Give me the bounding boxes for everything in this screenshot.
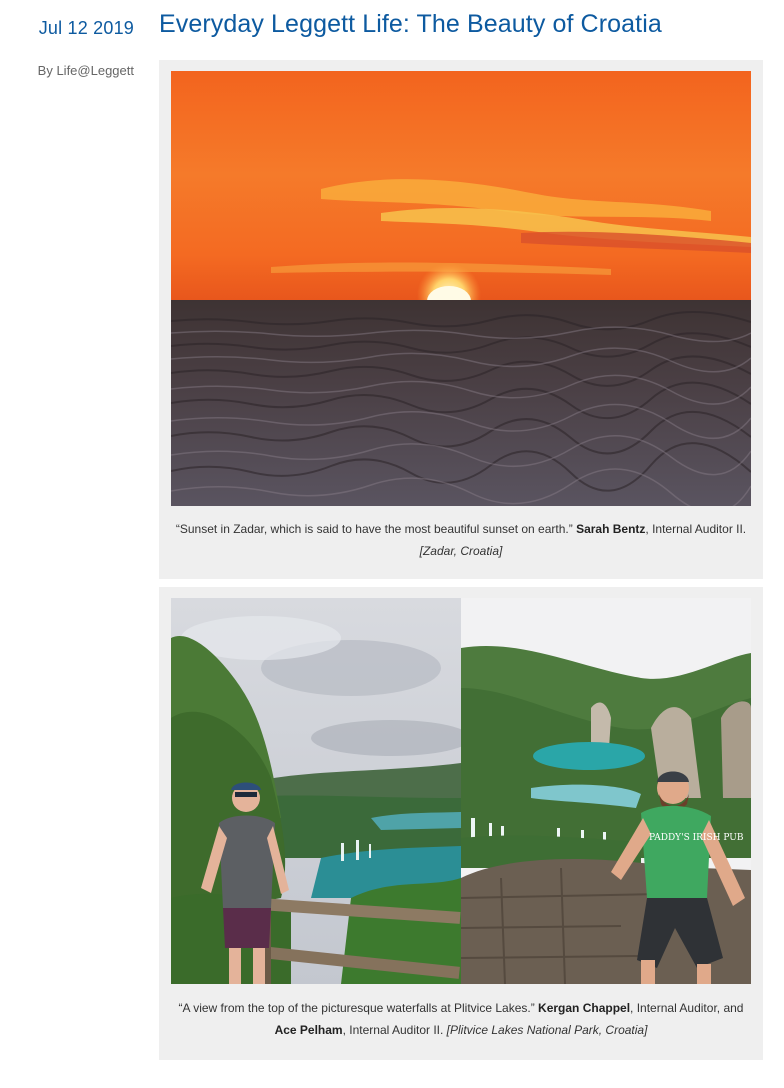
caption-quote: “A view from the top of the picturesque … xyxy=(178,1001,539,1015)
post-title[interactable]: Everyday Leggett Life: The Beauty of Cro… xyxy=(159,10,662,39)
caption-role-1: , Internal Auditor, and xyxy=(630,1001,744,1015)
plitvice-photo-right: PADDY'S IRISH PUB xyxy=(461,598,751,984)
figure-caption: “Sunset in Zadar, which is said to have … xyxy=(171,518,751,562)
shirt-text: PADDY'S IRISH PUB xyxy=(649,833,744,843)
caption-location: [Plitvice Lakes National Park, Croatia] xyxy=(446,1023,648,1037)
plitvice-photo-left xyxy=(171,598,461,984)
figure-plitvice: PADDY'S IRISH PUB “A view from the top o… xyxy=(159,587,763,1060)
caption-name: Sarah Bentz xyxy=(576,522,646,536)
post-date: Jul 12 2019 xyxy=(38,18,134,38)
caption-role-2: , Internal Auditor II. xyxy=(342,1023,447,1037)
caption-quote: “Sunset in Zadar, which is said to have … xyxy=(175,522,577,536)
figure-sunset: “Sunset in Zadar, which is said to have … xyxy=(159,60,763,579)
caption-name-1: Kergan Chappel xyxy=(538,1001,631,1015)
caption-role: , Internal Auditor II. xyxy=(645,522,747,536)
caption-name-2: Ace Pelham xyxy=(274,1023,343,1037)
figure-caption: “A view from the top of the picturesque … xyxy=(171,997,751,1041)
caption-location: [Zadar, Croatia] xyxy=(419,544,503,558)
post-author[interactable]: By Life@Leggett xyxy=(38,63,134,78)
sunset-photo xyxy=(171,71,751,506)
